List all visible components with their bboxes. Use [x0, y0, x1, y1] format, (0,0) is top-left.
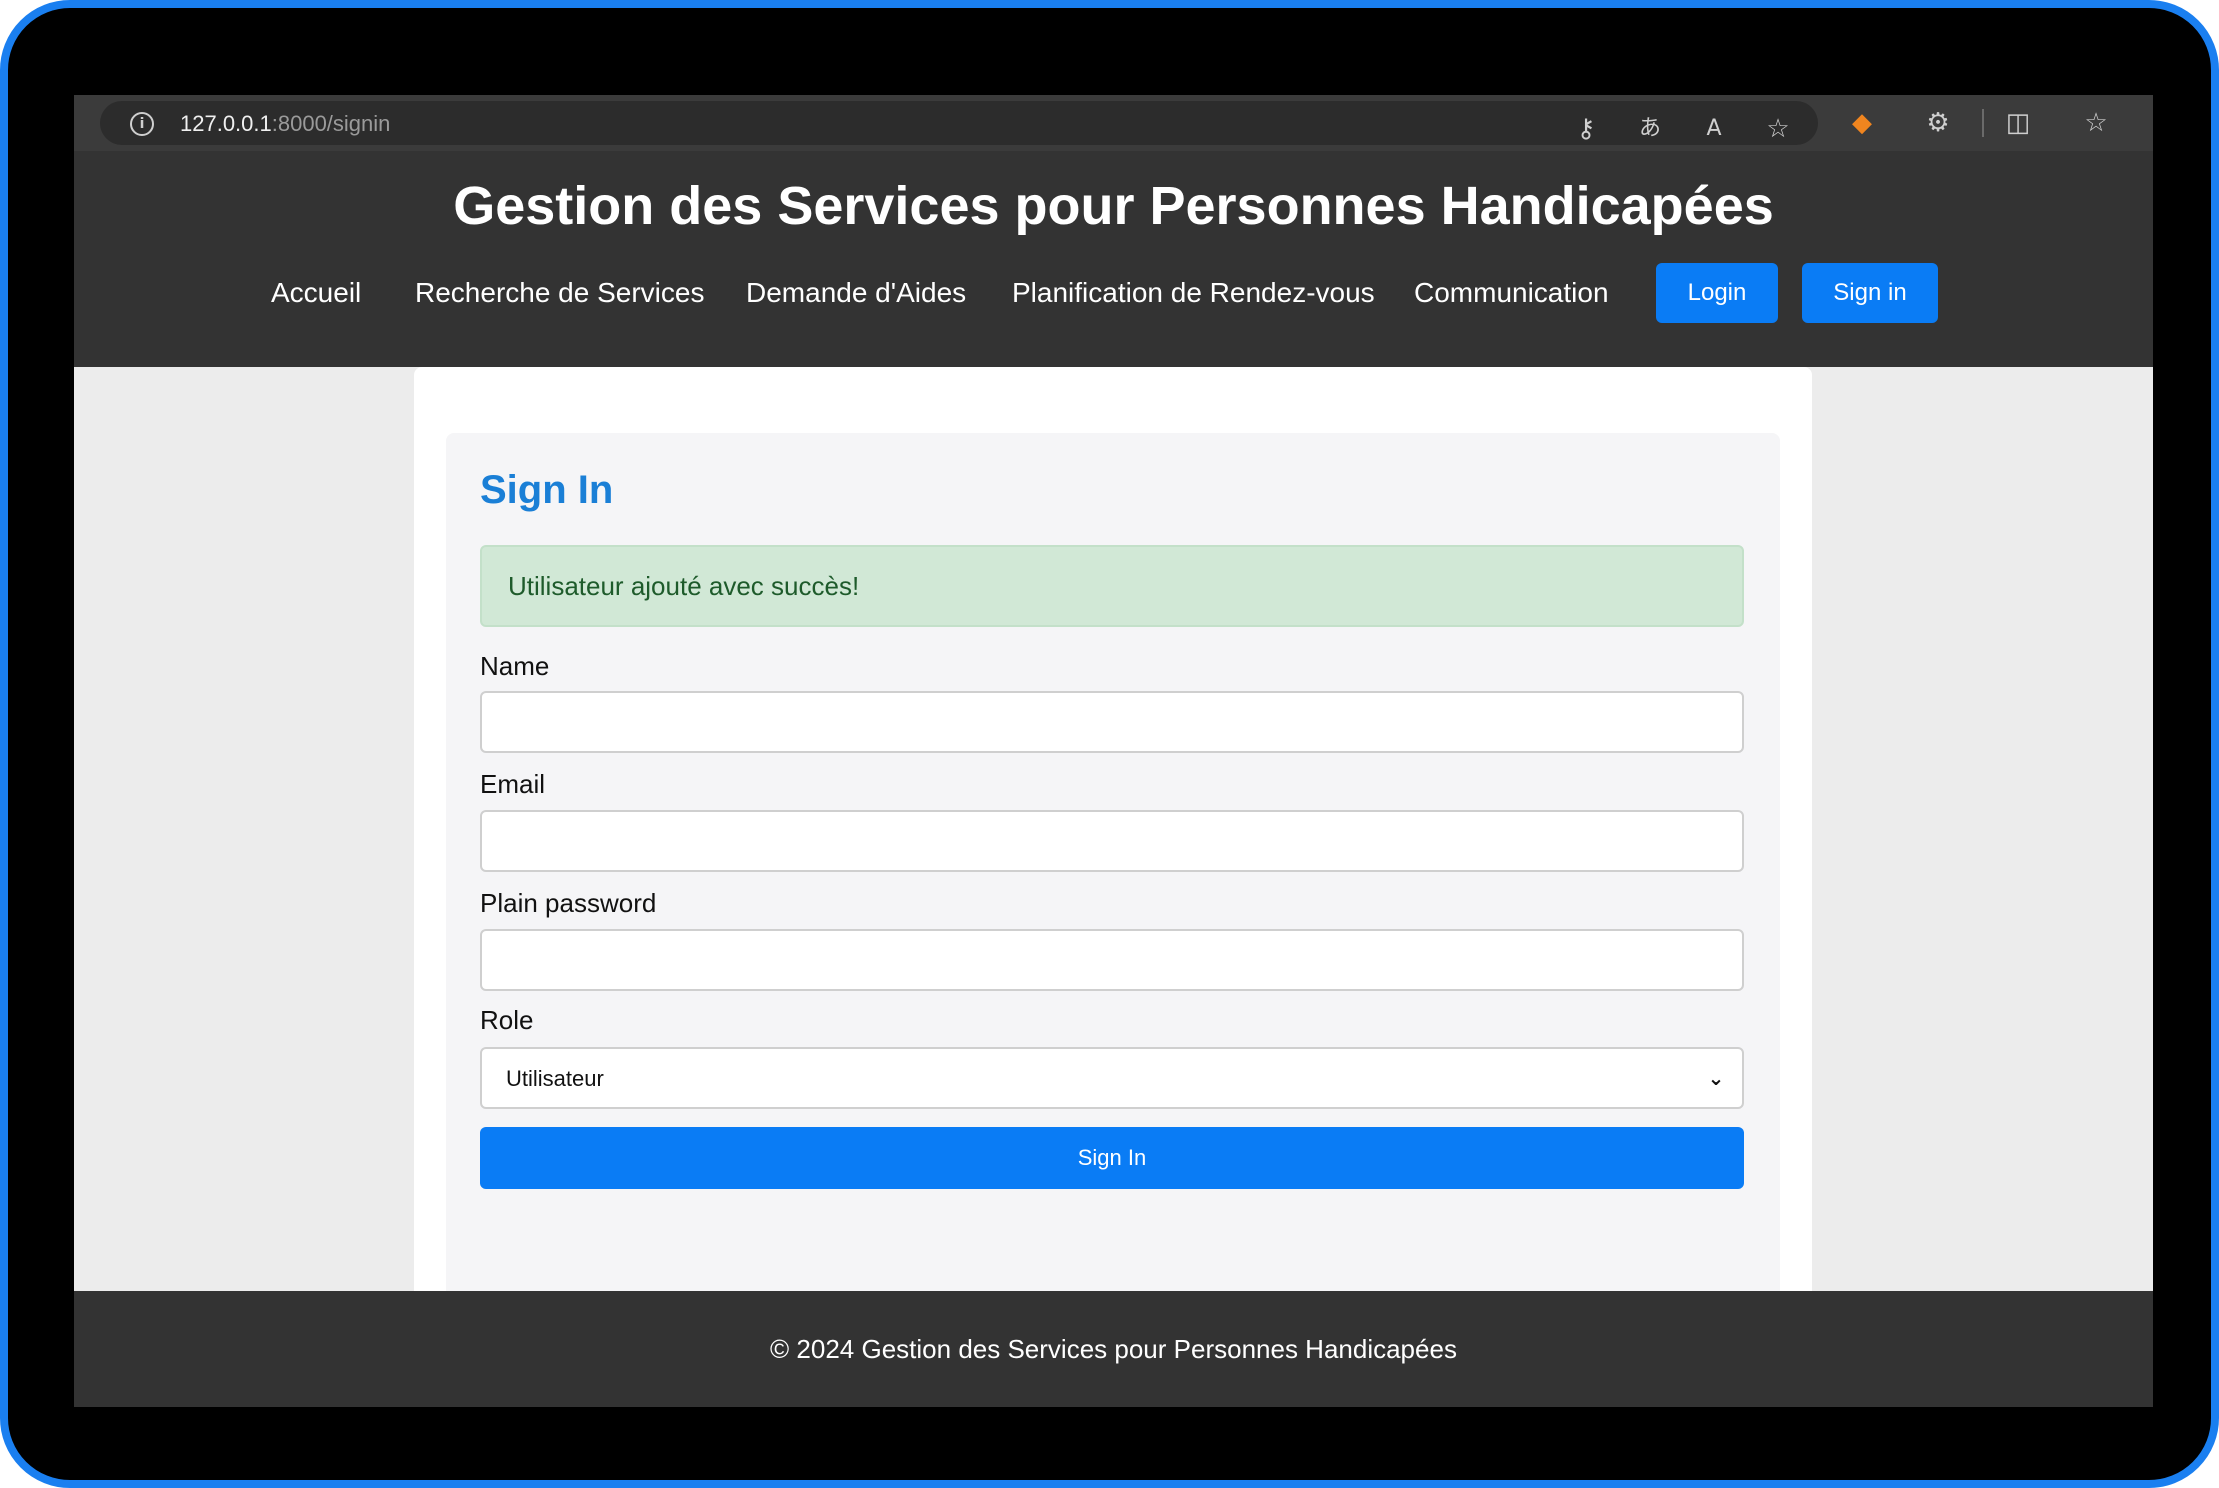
- email-input[interactable]: [480, 810, 1744, 872]
- main-nav: Accueil Recherche de Services Demande d'…: [74, 263, 2153, 323]
- split-screen-icon[interactable]: ◫: [1998, 105, 2038, 141]
- favorites-list-icon[interactable]: ☆: [2076, 105, 2116, 141]
- role-select[interactable]: Utilisateur ⌄: [480, 1047, 1744, 1109]
- content-container: Sign In Utilisateur ajouté avec succès! …: [414, 367, 1812, 1291]
- nav-demande-d-aides[interactable]: Demande d'Aides: [746, 277, 966, 309]
- key-icon[interactable]: ⚷: [1566, 111, 1606, 147]
- nav-recherche-de-services[interactable]: Recherche de Services: [415, 277, 704, 309]
- site-header: Gestion des Services pour Personnes Hand…: [74, 151, 2153, 367]
- sign-in-nav-button[interactable]: Sign in: [1802, 263, 1938, 323]
- name-label: Name: [480, 651, 550, 681]
- password-input[interactable]: [480, 929, 1744, 991]
- password-label: Plain password: [480, 888, 657, 918]
- role-select-value: Utilisateur: [506, 1066, 604, 1091]
- nav-planification-de-rendez-vous[interactable]: Planification de Rendez-vous: [1012, 277, 1375, 309]
- url-host: 127.0.0.1: [180, 111, 272, 136]
- favorite-star-icon[interactable]: ☆: [1758, 111, 1798, 147]
- browser-screen: i 127.0.0.1:8000/signin ⚷ あ A ☆ ◆ ⚙ ◫ ☆ …: [74, 95, 2153, 1407]
- chevron-down-icon: ⌄: [1707, 1066, 1725, 1090]
- address-bar[interactable]: i 127.0.0.1:8000/signin ⚷ あ A ☆: [100, 101, 1818, 145]
- url-text[interactable]: 127.0.0.1:8000/signin: [180, 112, 390, 136]
- site-footer: © 2024 Gestion des Services pour Personn…: [74, 1291, 2153, 1407]
- site-title: Gestion des Services pour Personnes Hand…: [453, 176, 1774, 236]
- success-alert: Utilisateur ajouté avec succès!: [480, 545, 1744, 627]
- toolbar-divider: [1982, 109, 1984, 137]
- signin-title: Sign In: [480, 468, 614, 512]
- browser-toolbar: i 127.0.0.1:8000/signin ⚷ あ A ☆ ◆ ⚙ ◫ ☆: [74, 95, 2153, 151]
- main-content: Sign In Utilisateur ajouté avec succès! …: [74, 367, 2153, 1291]
- nav-communication[interactable]: Communication: [1414, 277, 1609, 309]
- extensions-icon[interactable]: ⚙: [1918, 105, 1958, 141]
- translate-icon[interactable]: あ: [1630, 111, 1670, 147]
- metamask-extension-icon[interactable]: ◆: [1842, 105, 1882, 141]
- name-input[interactable]: [480, 691, 1744, 753]
- read-aloud-icon[interactable]: A: [1694, 111, 1734, 147]
- email-label: Email: [480, 769, 546, 799]
- login-button[interactable]: Login: [1656, 263, 1778, 323]
- info-icon[interactable]: i: [130, 112, 154, 136]
- device-frame: i 127.0.0.1:8000/signin ⚷ あ A ☆ ◆ ⚙ ◫ ☆ …: [0, 0, 2219, 1488]
- url-path: :8000/signin: [271, 111, 391, 136]
- nav-accueil[interactable]: Accueil: [271, 277, 361, 309]
- sign-in-submit-button[interactable]: Sign In: [480, 1127, 1744, 1189]
- signin-card: Sign In Utilisateur ajouté avec succès! …: [446, 433, 1780, 1291]
- role-label: Role: [480, 1005, 534, 1035]
